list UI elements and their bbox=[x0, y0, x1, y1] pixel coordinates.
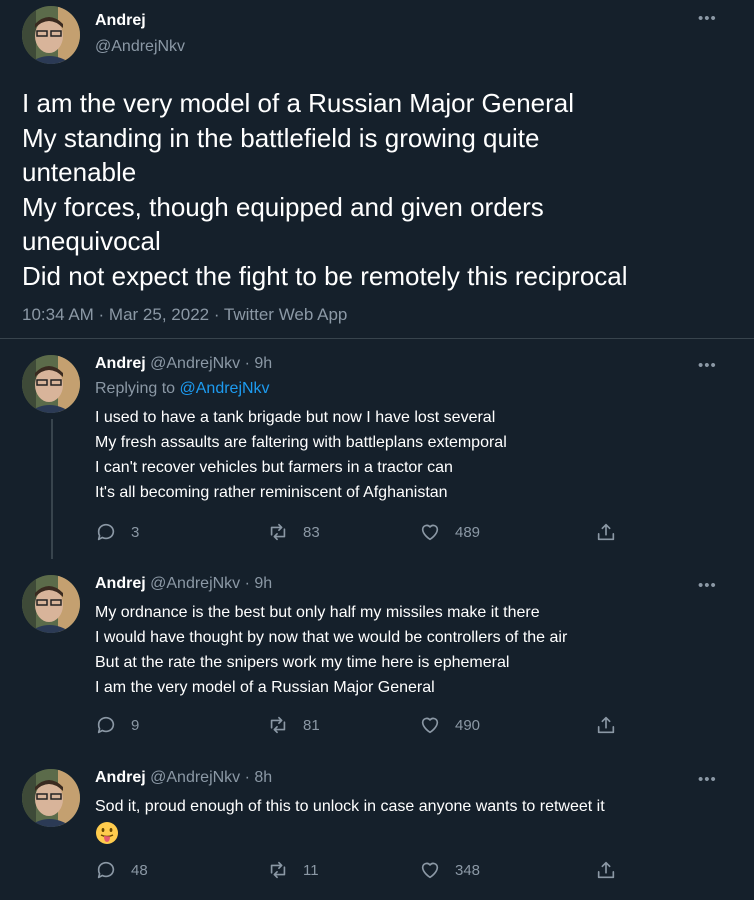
tweet-line: I can't recover vehicles but farmers in … bbox=[95, 459, 453, 476]
like-count: 489 bbox=[455, 523, 481, 541]
retweet-icon bbox=[270, 716, 286, 734]
like-count: 490 bbox=[455, 716, 481, 734]
share-icon bbox=[597, 716, 615, 734]
share-button[interactable] bbox=[595, 859, 617, 881]
reply-tweet[interactable]: Andrej @AndrejNkv · 8h ••• Sod it, proud… bbox=[0, 769, 754, 894]
tweet-text: I used to have a tank brigade but now I … bbox=[95, 405, 507, 505]
tweet-actions: 9 81 490 bbox=[95, 714, 635, 742]
author-handle[interactable]: @AndrejNkv bbox=[95, 38, 185, 56]
retweet-icon bbox=[270, 861, 286, 879]
retweet-icon bbox=[270, 523, 286, 541]
tweet-line: Sod it, proud enough of this to unlock i… bbox=[95, 798, 605, 815]
tweet-text: I am the very model of a Russian Major G… bbox=[22, 86, 742, 293]
reply-header: Andrej @AndrejNkv · 9h bbox=[95, 355, 272, 373]
reply-button[interactable]: 48 bbox=[95, 859, 148, 881]
reply-icon bbox=[97, 523, 115, 541]
reply-count: 3 bbox=[131, 523, 140, 541]
tweet-line: Did not expect the fight to be remotely … bbox=[22, 260, 628, 291]
retweet-count: 11 bbox=[303, 861, 319, 879]
reply-header: Andrej @AndrejNkv · 9h bbox=[95, 575, 272, 593]
tweet-line: I used to have a tank brigade but now I … bbox=[95, 409, 496, 426]
avatar[interactable] bbox=[22, 575, 80, 633]
author-handle-time[interactable]: @AndrejNkv · 9h bbox=[150, 575, 272, 592]
retweet-button[interactable]: 11 bbox=[267, 859, 319, 881]
avatar[interactable] bbox=[22, 6, 80, 64]
author-name[interactable]: Andrej bbox=[95, 769, 146, 786]
tweet-line: My forces, though equipped and given ord… bbox=[22, 191, 544, 222]
like-button[interactable]: 348 bbox=[419, 859, 480, 881]
heart-icon bbox=[421, 862, 439, 879]
tweet-line: It's all becoming rather reminiscent of … bbox=[95, 484, 448, 501]
reply-header: Andrej @AndrejNkv · 8h bbox=[95, 769, 272, 787]
reply-count: 48 bbox=[131, 861, 148, 879]
avatar[interactable] bbox=[22, 355, 80, 413]
reply-button[interactable]: 9 bbox=[95, 714, 139, 736]
more-horizontal-icon[interactable]: ••• bbox=[698, 11, 717, 26]
avatar[interactable] bbox=[22, 769, 80, 827]
replying-prefix: Replying to bbox=[95, 380, 180, 397]
tongue-out-emoji bbox=[96, 822, 118, 844]
like-button[interactable]: 489 bbox=[419, 521, 480, 543]
mention-link[interactable]: @AndrejNkv bbox=[180, 380, 270, 397]
thread-line bbox=[51, 419, 53, 559]
more-horizontal-icon[interactable]: ••• bbox=[698, 772, 717, 787]
replying-to: Replying to @AndrejNkv bbox=[95, 380, 270, 398]
tweet-line: But at the rate the snipers work my time… bbox=[95, 654, 510, 671]
more-horizontal-icon[interactable]: ••• bbox=[698, 358, 717, 373]
tweet-text: My ordnance is the best but only half my… bbox=[95, 600, 567, 700]
heart-icon bbox=[421, 717, 439, 734]
reply-tweet[interactable]: Andrej @AndrejNkv · 9h ••• Replying to @… bbox=[0, 355, 754, 560]
share-button[interactable] bbox=[595, 714, 617, 736]
tweet-line: I would have thought by now that we woul… bbox=[95, 629, 568, 646]
like-count: 348 bbox=[455, 861, 481, 879]
reply-count: 9 bbox=[131, 716, 140, 734]
tweet-line: My ordnance is the best but only half my… bbox=[95, 604, 540, 621]
tweet-line: untenable bbox=[22, 157, 137, 187]
reply-button[interactable]: 3 bbox=[95, 521, 139, 543]
reply-tweet[interactable]: Andrej @AndrejNkv · 9h ••• My ordnance i… bbox=[0, 575, 754, 755]
more-horizontal-icon[interactable]: ••• bbox=[698, 578, 717, 593]
retweet-button[interactable]: 83 bbox=[267, 521, 320, 543]
reply-icon bbox=[97, 716, 115, 734]
tweet-actions: 48 11 348 bbox=[95, 859, 635, 887]
tweet-text: Sod it, proud enough of this to unlock i… bbox=[95, 794, 605, 819]
reply-icon bbox=[97, 861, 115, 879]
author-handle-time[interactable]: @AndrejNkv · 9h bbox=[150, 355, 272, 372]
retweet-count: 83 bbox=[303, 523, 320, 541]
author-name[interactable]: Andrej bbox=[95, 12, 146, 30]
tweet-line: My standing in the battlefield is growin… bbox=[22, 122, 540, 153]
author-handle-time[interactable]: @AndrejNkv · 8h bbox=[150, 769, 272, 786]
retweet-count: 81 bbox=[303, 716, 320, 734]
like-button[interactable]: 490 bbox=[419, 714, 480, 736]
tweet-timestamp[interactable]: 10:34 AM · Mar 25, 2022 · Twitter Web Ap… bbox=[22, 305, 347, 325]
tweet-line: I am the very model of a Russian Major G… bbox=[95, 679, 435, 696]
share-icon bbox=[597, 523, 615, 541]
tweet-actions: 3 83 489 bbox=[95, 521, 635, 549]
divider bbox=[0, 338, 754, 339]
share-icon bbox=[597, 861, 615, 879]
author-name[interactable]: Andrej bbox=[95, 575, 146, 592]
author-name[interactable]: Andrej bbox=[95, 355, 146, 372]
heart-icon bbox=[421, 524, 439, 541]
retweet-button[interactable]: 81 bbox=[267, 714, 320, 736]
tweet-line: I am the very model of a Russian Major G… bbox=[22, 88, 575, 118]
share-button[interactable] bbox=[595, 521, 617, 543]
tweet-line: My fresh assaults are faltering with bat… bbox=[95, 434, 507, 451]
tweet-line: unequivocal bbox=[22, 226, 161, 256]
